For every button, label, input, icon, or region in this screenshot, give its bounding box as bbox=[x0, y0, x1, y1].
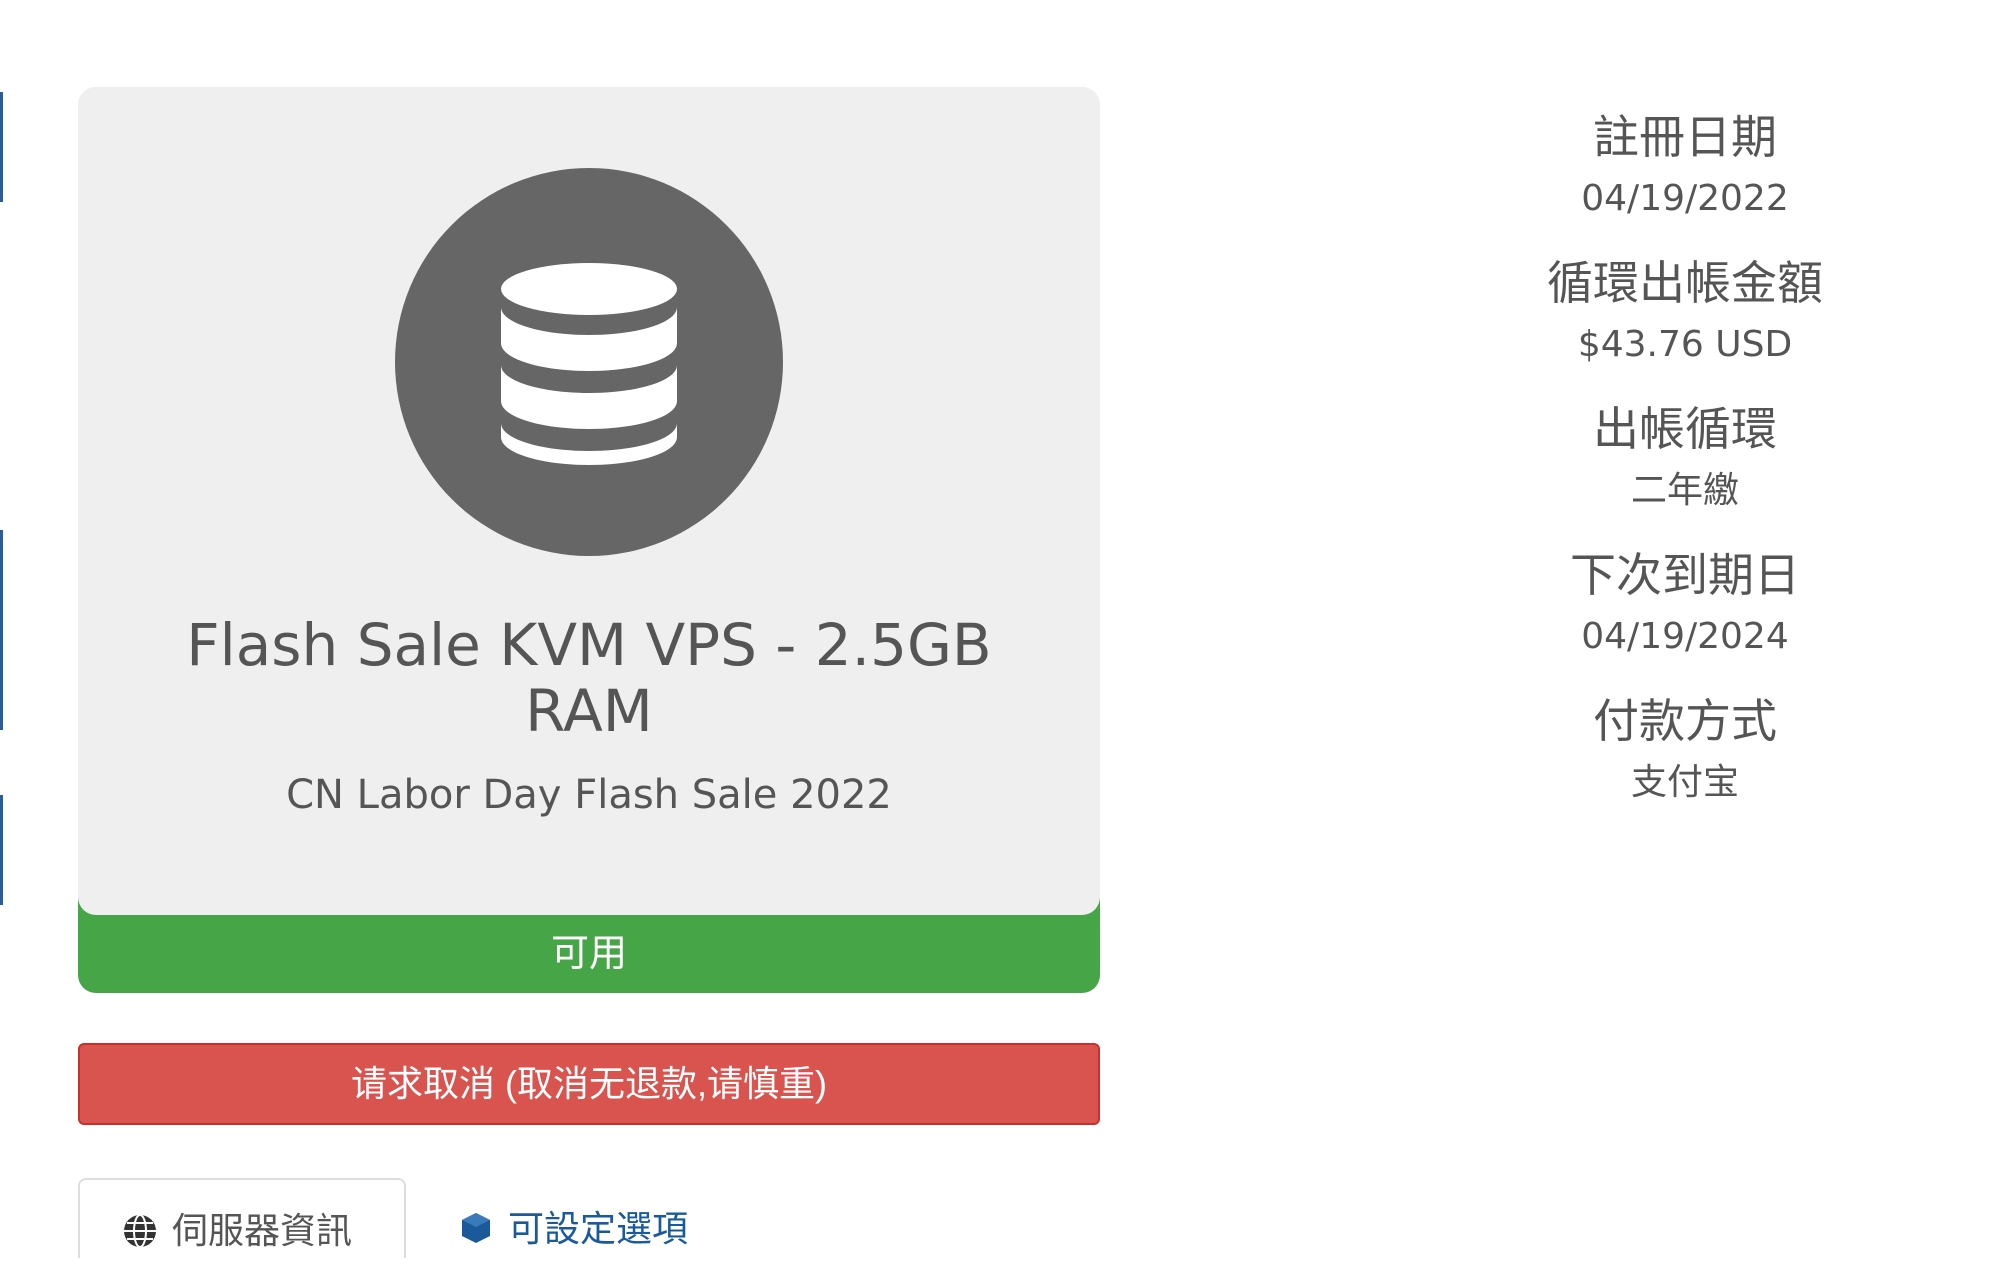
globe-icon bbox=[124, 1214, 156, 1248]
card-content: Flash Sale KVM VPS - 2.5GB RAM CN Labor … bbox=[78, 87, 1100, 993]
registration-date-label: 註冊日期 bbox=[1593, 111, 1777, 163]
billing-details-panel: 註冊日期 04/19/2022 循環出帳金額 $43.76 USD 出帳循環 二… bbox=[1470, 104, 1900, 834]
database-icon bbox=[501, 263, 677, 465]
product-icon-circle bbox=[395, 168, 783, 556]
next-due-date-label: 下次到期日 bbox=[1570, 549, 1800, 601]
registration-date-value: 04/19/2022 bbox=[1581, 178, 1789, 219]
left-edge-indicator bbox=[0, 530, 3, 730]
tab-config-options-label: 可設定選項 bbox=[508, 1208, 689, 1249]
recurring-amount-label: 循環出帳金額 bbox=[1547, 257, 1823, 309]
request-cancellation-button[interactable]: 请求取消 (取消无退款,请慎重) bbox=[78, 1043, 1100, 1125]
product-card: 可用 Flash Sale KVM VPS - 2.5GB RAM CN Lab… bbox=[78, 87, 1100, 993]
cubes-icon bbox=[462, 1213, 490, 1243]
left-edge-indicator bbox=[0, 92, 3, 202]
product-name: Flash Sale KVM VPS - 2.5GB RAM bbox=[186, 611, 992, 745]
product-group: CN Labor Day Flash Sale 2022 bbox=[286, 772, 892, 818]
recurring-amount-value: $43.76 USD bbox=[1577, 324, 1793, 365]
left-edge-indicator bbox=[0, 795, 3, 905]
tab-server-info-label: 伺服器資訊 bbox=[172, 1210, 353, 1251]
billing-cycle-label: 出帳循環 bbox=[1593, 403, 1777, 455]
status-label: 可用 bbox=[550, 933, 627, 975]
payment-method-value: 支付宝 bbox=[1630, 762, 1739, 803]
billing-cycle-value: 二年繳 bbox=[1630, 470, 1739, 511]
payment-method-label: 付款方式 bbox=[1593, 695, 1777, 747]
next-due-date-value: 04/19/2024 bbox=[1581, 616, 1789, 657]
tab-server-info[interactable]: 伺服器資訊 bbox=[78, 1178, 406, 1258]
tab-config-options[interactable]: 可設定選項 bbox=[458, 1178, 688, 1280]
